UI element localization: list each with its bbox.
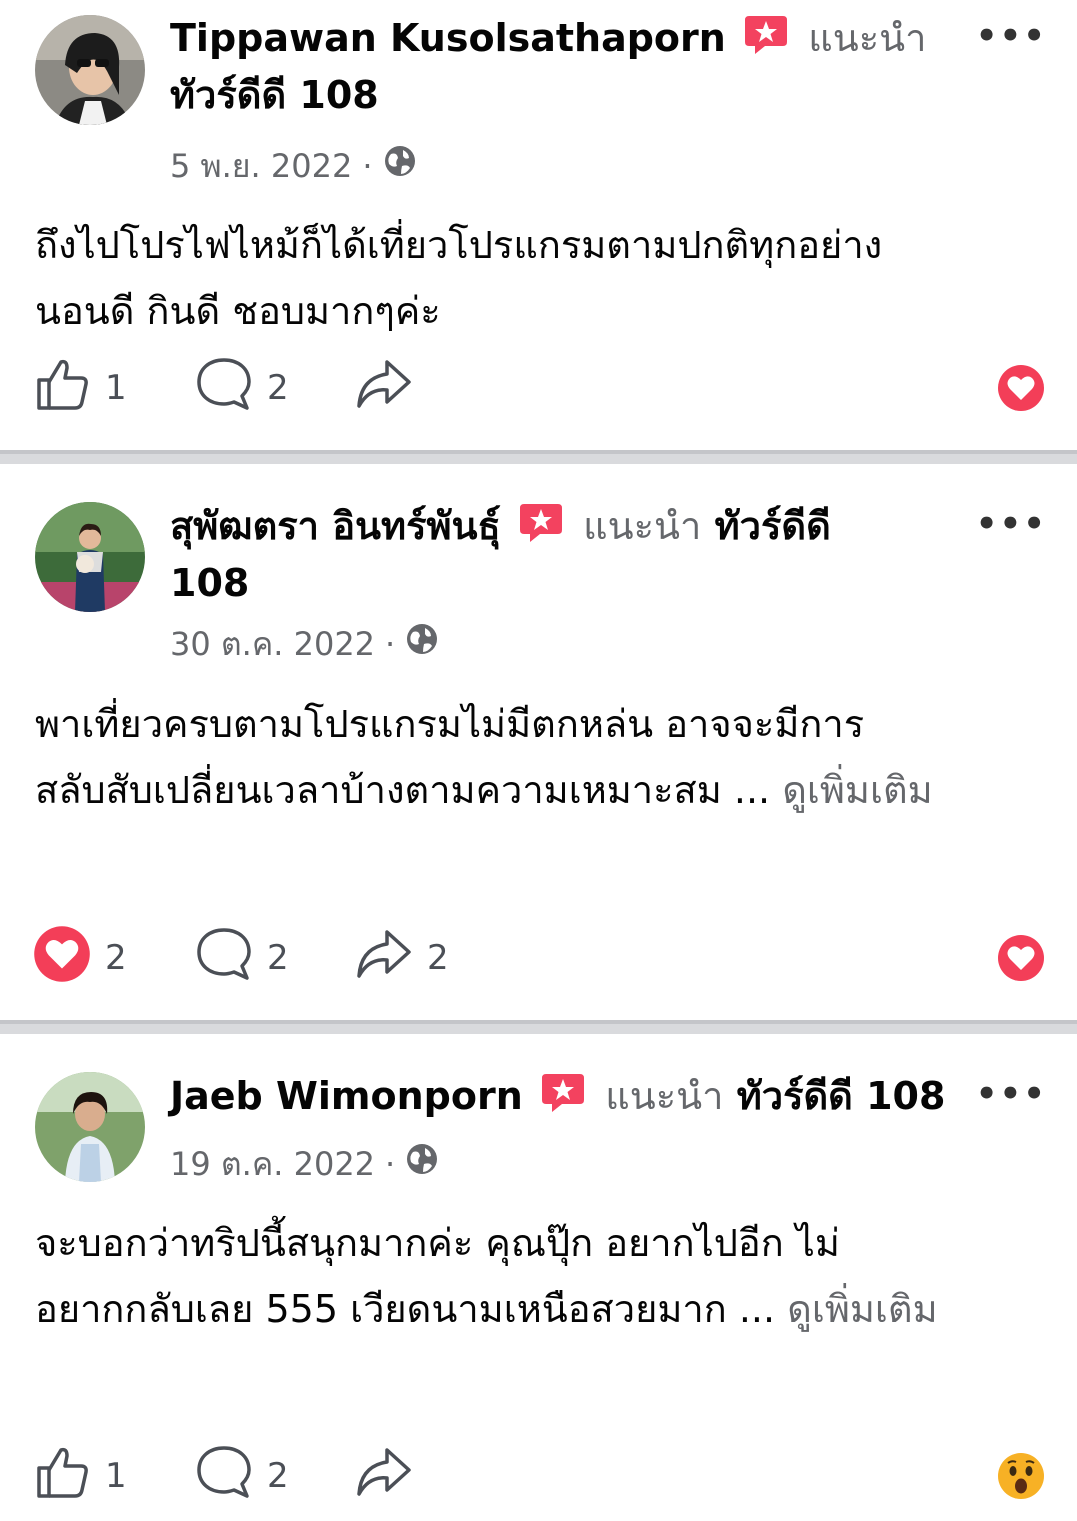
share-count: 2 bbox=[427, 938, 449, 978]
post-text: ถึงไปโปรไฟไหม้ก็ได้เที่ยวโปรแกรมตามปกติท… bbox=[35, 212, 1037, 344]
post-text-line: สลับสับเปลี่ยนเวลาบ้างตามความเหมาะสม ... bbox=[35, 768, 771, 812]
page-name-continued[interactable]: 108 bbox=[170, 561, 249, 605]
comment-count: 2 bbox=[267, 938, 289, 978]
thumbs-up-icon bbox=[35, 356, 91, 421]
post-text-line: ถึงไปโปรไฟไหม้ก็ได้เที่ยวโปรแกรมตามปกติท… bbox=[35, 223, 883, 267]
globe-icon bbox=[405, 1142, 439, 1185]
like-count: 1 bbox=[105, 1456, 127, 1496]
like-button[interactable]: 1 bbox=[35, 358, 127, 418]
comment-button[interactable]: 2 bbox=[195, 357, 289, 418]
thumbs-up-icon bbox=[35, 1444, 91, 1509]
recommend-badge-icon bbox=[743, 12, 789, 69]
post-meta: 19 ต.ค. 2022 · bbox=[170, 1142, 439, 1185]
page-name[interactable]: ทัวร์ดีดี bbox=[715, 504, 831, 548]
author-name[interactable]: Tippawan Kusolsathaporn bbox=[170, 16, 726, 60]
post-divider bbox=[0, 1020, 1077, 1034]
post-text-line: จะบอกว่าทริปนี้สนุกมากค่ะ คุณปุ๊ก อยากไป… bbox=[35, 1221, 840, 1265]
post-header: สุพัฒตรา อินทร์พันธุ์ แนะนำ ทัวร์ดีดี 10… bbox=[170, 500, 831, 609]
post-date[interactable]: 19 ต.ค. 2022 bbox=[170, 1144, 375, 1184]
comment-button[interactable]: 2 bbox=[195, 1445, 289, 1506]
post-meta: 30 ต.ค. 2022 · bbox=[170, 622, 439, 665]
wow-icon[interactable] bbox=[997, 1452, 1045, 1504]
author-name[interactable]: สุพัฒตรา อินทร์พันธุ์ bbox=[170, 504, 501, 548]
globe-icon bbox=[383, 144, 417, 187]
action-bar: 1 2 bbox=[0, 357, 1077, 418]
review-post: Jaeb Wimonporn แนะนำ ทัวร์ดีดี 108 ••• 1… bbox=[0, 1034, 1077, 1521]
recommend-badge-icon bbox=[540, 1070, 586, 1127]
post-date[interactable]: 5 พ.ย. 2022 bbox=[170, 146, 352, 186]
share-icon bbox=[355, 356, 413, 421]
share-button[interactable]: 2 bbox=[355, 928, 449, 988]
share-button[interactable] bbox=[355, 358, 427, 418]
share-icon bbox=[355, 1444, 413, 1509]
recommend-badge-icon bbox=[518, 500, 564, 557]
post-divider bbox=[0, 450, 1077, 464]
review-post: สุพัฒตรา อินทร์พันธุ์ แนะนำ ทัวร์ดีดี 10… bbox=[0, 464, 1077, 1020]
recommends-label: แนะนำ bbox=[605, 1074, 724, 1118]
like-count: 1 bbox=[105, 368, 127, 408]
comment-icon bbox=[195, 355, 253, 422]
post-text: พาเที่ยวครบตามโปรแกรมไม่มีตกหล่น อาจจะมี… bbox=[35, 691, 1037, 823]
share-button[interactable] bbox=[355, 1446, 427, 1506]
separator: · bbox=[362, 146, 373, 185]
recommends-label: แนะนำ bbox=[808, 16, 927, 60]
more-options-icon[interactable]: ••• bbox=[976, 507, 1047, 541]
more-options-icon[interactable]: ••• bbox=[976, 19, 1047, 53]
comment-button[interactable]: 2 bbox=[195, 927, 289, 988]
like-button[interactable]: 1 bbox=[35, 1446, 127, 1506]
see-more-link[interactable]: ดูเพิ่มเติม bbox=[787, 1287, 937, 1331]
post-header: Jaeb Wimonporn แนะนำ ทัวร์ดีดี 108 bbox=[170, 1070, 945, 1127]
post-date[interactable]: 30 ต.ค. 2022 bbox=[170, 624, 375, 664]
post-text-line: นอนดี กินดี ชอบมากๆค่ะ bbox=[35, 289, 441, 333]
separator: · bbox=[385, 1144, 396, 1183]
action-bar: 1 2 bbox=[0, 1445, 1077, 1506]
comment-icon bbox=[195, 1443, 253, 1510]
page-name[interactable]: ทัวร์ดีดี 108 bbox=[737, 1074, 946, 1118]
review-post: Tippawan Kusolsathaporn แนะนำ ทัวร์ดีดี … bbox=[0, 0, 1077, 450]
share-icon bbox=[355, 926, 413, 991]
avatar[interactable] bbox=[35, 502, 145, 612]
heart-icon[interactable] bbox=[997, 934, 1045, 986]
post-meta: 5 พ.ย. 2022 · bbox=[170, 144, 417, 187]
more-options-icon[interactable]: ••• bbox=[976, 1077, 1047, 1111]
avatar[interactable] bbox=[35, 15, 145, 125]
author-name[interactable]: Jaeb Wimonporn bbox=[170, 1074, 523, 1118]
comment-count: 2 bbox=[267, 1456, 289, 1496]
post-text: จะบอกว่าทริปนี้สนุกมากค่ะ คุณปุ๊ก อยากไป… bbox=[35, 1210, 1037, 1342]
action-bar: 2 2 2 bbox=[0, 925, 1077, 988]
separator: · bbox=[385, 624, 396, 663]
reactions-button[interactable]: 2 bbox=[33, 925, 127, 988]
heart-icon bbox=[33, 925, 91, 992]
reaction-count: 2 bbox=[105, 938, 127, 978]
post-header: Tippawan Kusolsathaporn แนะนำ ทัวร์ดีดี … bbox=[170, 12, 927, 121]
post-text-line: พาเที่ยวครบตามโปรแกรมไม่มีตกหล่น อาจจะมี… bbox=[35, 702, 865, 746]
see-more-link[interactable]: ดูเพิ่มเติม bbox=[782, 768, 932, 812]
comment-icon bbox=[195, 925, 253, 992]
page-name[interactable]: ทัวร์ดีดี 108 bbox=[170, 73, 379, 117]
recommends-label: แนะนำ bbox=[583, 504, 702, 548]
avatar[interactable] bbox=[35, 1072, 145, 1182]
heart-icon[interactable] bbox=[997, 364, 1045, 416]
globe-icon bbox=[405, 622, 439, 665]
comment-count: 2 bbox=[267, 368, 289, 408]
post-text-line: อยากกลับเลย 555 เวียดนามเหนือสวยมาก ... bbox=[35, 1287, 776, 1331]
